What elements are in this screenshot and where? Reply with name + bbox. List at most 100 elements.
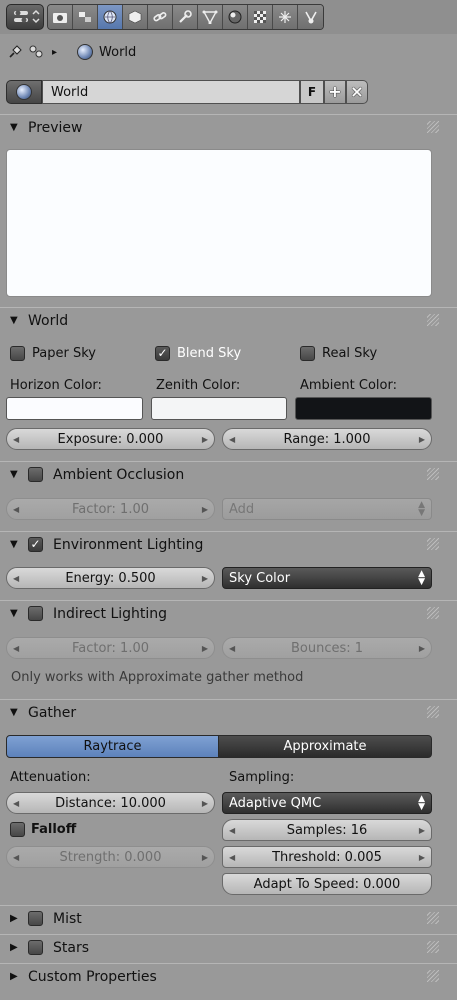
world-panel-header[interactable]: ▼ World xyxy=(0,307,457,333)
real-sky-toggle[interactable]: Real Sky xyxy=(300,346,377,361)
sampling-method-select[interactable]: Adaptive QMC ▲ ▼ xyxy=(222,792,432,814)
drag-grip-icon[interactable] xyxy=(427,468,439,480)
increment-arrow-icon[interactable]: ▶ xyxy=(202,799,208,808)
editor-type-button[interactable] xyxy=(6,4,44,30)
increment-arrow-icon[interactable]: ▶ xyxy=(202,574,208,583)
exposure-field[interactable]: ◀ Exposure: 0.000 ▶ xyxy=(6,428,215,450)
tab-texture[interactable] xyxy=(248,5,273,29)
render-icon xyxy=(53,13,67,23)
breadcrumb: ▸ World xyxy=(8,42,136,62)
ambient-occlusion-panel-header[interactable]: ▼ Ambient Occlusion xyxy=(0,461,457,487)
increment-arrow-icon[interactable]: ▶ xyxy=(202,853,208,862)
drag-grip-icon[interactable] xyxy=(427,607,439,619)
updown-arrows-icon: ▲ ▼ xyxy=(418,794,425,812)
fake-user-button[interactable]: F xyxy=(300,80,324,104)
context-tabs xyxy=(47,4,324,30)
breadcrumb-world-label: World xyxy=(99,44,137,60)
drag-grip-icon[interactable] xyxy=(427,970,439,982)
drag-grip-icon[interactable] xyxy=(427,314,439,326)
mist-checkbox[interactable] xyxy=(28,911,43,926)
range-value: Range: 1.000 xyxy=(283,431,371,447)
increment-arrow-icon[interactable]: ▶ xyxy=(202,644,208,653)
bounces-field[interactable]: ◀ Bounces: 1 ▶ xyxy=(222,637,432,659)
distance-value: Distance: 10.000 xyxy=(55,795,166,811)
raytrace-button[interactable]: Raytrace xyxy=(6,735,219,758)
tab-modifiers[interactable] xyxy=(173,5,198,29)
tab-render[interactable] xyxy=(48,5,73,29)
collapsed-triangle-icon: ▶ xyxy=(10,942,18,953)
panel-title: Environment Lighting xyxy=(53,536,204,553)
indirect-note: Only works with Approximate gather metho… xyxy=(11,670,304,685)
horizon-color-label: Horizon Color: xyxy=(10,378,102,393)
particles-icon xyxy=(279,11,291,23)
increment-arrow-icon[interactable]: ▶ xyxy=(202,435,208,444)
samples-field[interactable]: ◀ Samples: 16 ▶ xyxy=(222,819,432,841)
gather-panel-header[interactable]: ▼ Gather xyxy=(0,699,457,725)
expanded-triangle-icon: ▼ xyxy=(10,539,18,550)
distance-field[interactable]: ◀ Distance: 10.000 ▶ xyxy=(6,792,215,814)
horizon-color-swatch[interactable] xyxy=(6,397,143,420)
indirect-factor-field[interactable]: ◀ Factor: 1.00 ▶ xyxy=(6,637,215,659)
panel-title: Stars xyxy=(53,939,90,956)
stars-checkbox[interactable] xyxy=(28,940,43,955)
tab-render-layers[interactable] xyxy=(73,5,98,29)
tab-material[interactable] xyxy=(223,5,248,29)
tab-particles[interactable] xyxy=(273,5,298,29)
ambient-occlusion-checkbox[interactable] xyxy=(28,467,43,482)
increment-arrow-icon[interactable]: ▶ xyxy=(419,826,425,835)
ao-blend-select[interactable]: Add ▲ ▼ xyxy=(222,498,432,520)
paper-sky-toggle[interactable]: Paper Sky xyxy=(10,346,96,361)
new-world-button[interactable]: + xyxy=(324,80,346,104)
checkbox-checked[interactable]: ✓ xyxy=(155,346,170,361)
environment-lighting-panel-header[interactable]: ▼ ✓ Environment Lighting xyxy=(0,531,457,557)
falloff-toggle[interactable]: Falloff xyxy=(10,822,76,837)
increment-arrow-icon[interactable]: ▶ xyxy=(419,644,425,653)
adapt-to-speed-field[interactable]: Adapt To Speed: 0.000 xyxy=(222,873,432,895)
drag-grip-icon[interactable] xyxy=(427,538,439,550)
drag-grip-icon[interactable] xyxy=(427,706,439,718)
preview-panel-header[interactable]: ▼ Preview xyxy=(0,114,457,140)
approximate-button[interactable]: Approximate xyxy=(219,735,432,758)
indirect-factor-value: Factor: 1.00 xyxy=(71,640,150,656)
strength-value: Strength: 0.000 xyxy=(59,849,162,865)
falloff-checkbox[interactable] xyxy=(10,822,25,837)
range-field[interactable]: ◀ Range: 1.000 ▶ xyxy=(222,428,432,450)
environment-color-value: Sky Color xyxy=(229,570,291,586)
tab-constraints[interactable] xyxy=(148,5,173,29)
environment-color-select[interactable]: Sky Color ▲ ▼ xyxy=(222,567,432,589)
checkbox-unchecked[interactable] xyxy=(300,346,315,361)
increment-arrow-icon[interactable]: ▶ xyxy=(419,853,425,862)
drag-grip-icon[interactable] xyxy=(427,121,439,133)
zenith-color-swatch[interactable] xyxy=(151,397,287,420)
world-browse-button[interactable] xyxy=(6,80,42,104)
unlink-world-button[interactable]: × xyxy=(346,80,368,104)
world-datablock-selector: World F + × xyxy=(6,80,368,104)
ambient-color-label: Ambient Color: xyxy=(300,378,397,393)
custom-properties-panel-header[interactable]: ▶ Custom Properties xyxy=(0,963,457,989)
tab-object[interactable] xyxy=(123,5,148,29)
stars-panel-header[interactable]: ▶ Stars xyxy=(0,934,457,960)
drag-grip-icon[interactable] xyxy=(427,912,439,924)
world-name-field[interactable]: World xyxy=(42,80,300,104)
indirect-lighting-checkbox[interactable] xyxy=(28,606,43,621)
tab-world[interactable] xyxy=(98,5,123,29)
tab-data[interactable] xyxy=(198,5,223,29)
panel-title: World xyxy=(28,312,69,329)
object-icon xyxy=(128,10,142,24)
environment-lighting-checkbox[interactable]: ✓ xyxy=(28,537,43,552)
increment-arrow-icon[interactable]: ▶ xyxy=(202,505,208,514)
indirect-lighting-panel-header[interactable]: ▼ Indirect Lighting xyxy=(0,600,457,626)
breadcrumb-separator: ▸ xyxy=(52,46,58,58)
blend-sky-toggle[interactable]: ✓ Blend Sky xyxy=(155,346,241,361)
checkbox-unchecked[interactable] xyxy=(10,346,25,361)
strength-field[interactable]: ◀ Strength: 0.000 ▶ xyxy=(6,846,215,868)
ao-factor-field[interactable]: ◀ Factor: 1.00 ▶ xyxy=(6,498,215,520)
pin-icon[interactable] xyxy=(8,45,22,59)
ambient-color-swatch[interactable] xyxy=(295,397,432,420)
threshold-field[interactable]: ◀ Threshold: 0.005 ▶ xyxy=(222,846,432,868)
tab-physics[interactable] xyxy=(298,5,323,29)
drag-grip-icon[interactable] xyxy=(427,941,439,953)
increment-arrow-icon[interactable]: ▶ xyxy=(419,435,425,444)
mist-panel-header[interactable]: ▶ Mist xyxy=(0,905,457,931)
energy-field[interactable]: ◀ Energy: 0.500 ▶ xyxy=(6,567,215,589)
